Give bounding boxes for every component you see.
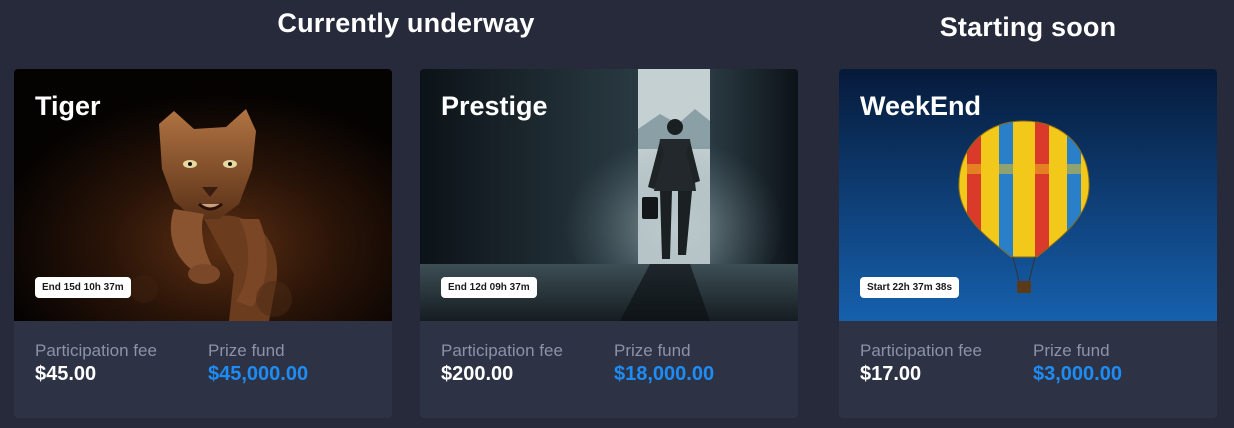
card-image-businessman: Prestige End 12d 09h 37m [420, 69, 798, 321]
card-image-hot-air-balloon: WeekEnd Start 22h 37m 38s [839, 69, 1217, 321]
prize-fund-value: $18,000.00 [614, 363, 715, 385]
prize-fund-value: $45,000.00 [208, 363, 309, 385]
end-timer-badge: End 12d 09h 37m [441, 277, 537, 298]
section-title-underway: Currently underway [277, 8, 535, 38]
card-image-puma: Tiger End 15d 10h 37m [14, 69, 392, 321]
tournament-card-weekend[interactable]: WeekEnd Start 22h 37m 38s Participation … [839, 69, 1217, 418]
section-title-starting-soon: Starting soon [939, 12, 1117, 42]
tournament-card-prestige[interactable]: Prestige End 12d 09h 37m Participation f… [420, 69, 798, 418]
start-timer-badge: Start 22h 37m 38s [860, 277, 960, 298]
card-title: Tiger [35, 91, 101, 121]
participation-fee-value: $200.00 [441, 363, 514, 385]
card-title: Prestige [441, 91, 548, 121]
prize-fund-label: Prize fund [614, 341, 691, 360]
participation-fee-label: Participation fee [35, 341, 157, 360]
card-title: WeekEnd [860, 91, 982, 121]
prize-fund-label: Prize fund [1033, 341, 1110, 360]
prize-fund-value: $3,000.00 [1033, 363, 1122, 385]
end-timer-badge: End 15d 10h 37m [35, 277, 131, 298]
prize-fund-label: Prize fund [208, 341, 285, 360]
tournament-card-tiger[interactable]: Tiger End 15d 10h 37m Participation fee … [14, 69, 392, 418]
participation-fee-label: Participation fee [441, 341, 563, 360]
participation-fee-value: $45.00 [35, 363, 97, 385]
participation-fee-value: $17.00 [860, 363, 922, 385]
participation-fee-label: Participation fee [860, 341, 982, 360]
